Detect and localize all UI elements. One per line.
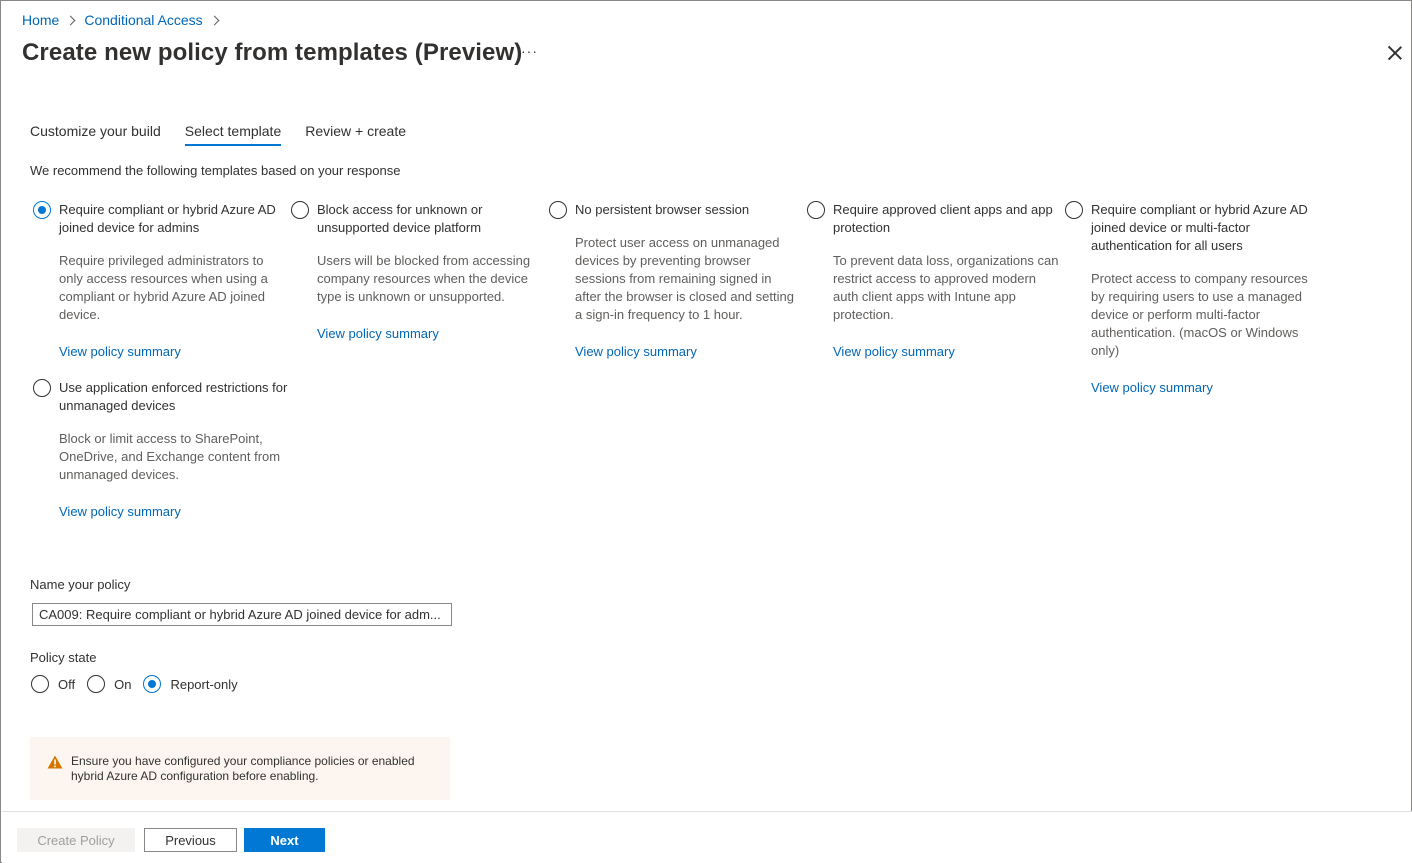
recommend-text: We recommend the following templates bas… <box>30 163 401 178</box>
warning-text: Ensure you have configured your complian… <box>71 754 415 783</box>
template-description: Protect access to company resources by r… <box>1091 271 1308 358</box>
policy-state-label: Policy state <box>30 650 97 665</box>
policy-state-off-label: Off <box>58 676 76 692</box>
policy-name-label: Name your policy <box>30 577 131 592</box>
template-radio[interactable] <box>33 201 51 219</box>
chevron-right-icon <box>65 15 76 25</box>
template-radio[interactable] <box>33 379 51 397</box>
template-title: Block access for unknown or unsupported … <box>317 202 483 235</box>
template-title: Require compliant or hybrid Azure AD joi… <box>59 202 276 235</box>
policy-state-report-only[interactable]: Report-only <box>143 675 238 693</box>
breadcrumb-conditional-access[interactable]: Conditional Access <box>84 12 202 28</box>
template-title: No persistent browser session <box>575 202 750 217</box>
warning-icon <box>47 755 63 769</box>
chevron-right-icon <box>209 15 220 25</box>
previous-button[interactable]: Previous <box>144 828 237 852</box>
breadcrumb-home[interactable]: Home <box>22 12 59 28</box>
view-policy-summary-link[interactable]: View policy summary <box>1091 380 1213 395</box>
template-description: Require privileged administrators to onl… <box>59 253 268 322</box>
policy-state-on-label: On <box>114 676 132 692</box>
create-policy-button[interactable]: Create Policy <box>17 828 135 852</box>
template-description: Protect user access on unmanaged devices… <box>575 235 794 322</box>
view-policy-summary-link[interactable]: View policy summary <box>575 344 697 359</box>
view-policy-summary-link[interactable]: View policy summary <box>833 344 955 359</box>
template-description: Users will be blocked from accessing com… <box>317 253 531 304</box>
footer-bar: Create Policy Previous Next <box>2 811 1412 863</box>
view-policy-summary-link[interactable]: View policy summary <box>59 344 181 359</box>
template-description: To prevent data loss, organizations can … <box>833 253 1059 322</box>
template-title: Require approved client apps and app pro… <box>833 202 1053 235</box>
radio-report-only[interactable] <box>143 675 162 693</box>
template-radio[interactable] <box>1065 201 1083 219</box>
template-option-compliant-or-mfa[interactable]: Require compliant or hybrid Azure AD joi… <box>1065 201 1308 401</box>
template-option-app-enforced-restrictions[interactable]: Use application enforced restrictions fo… <box>33 379 287 529</box>
tab-customize-build[interactable]: Customize your build <box>30 123 161 146</box>
radio-on[interactable] <box>87 675 106 693</box>
template-radio[interactable] <box>549 201 567 219</box>
policy-name-input[interactable] <box>32 603 452 626</box>
policy-state-report-only-label: Report-only <box>170 676 238 692</box>
template-option-block-unknown-platform[interactable]: Block access for unknown or unsupported … <box>291 201 530 351</box>
wizard-tabs: Customize your build Select template Rev… <box>30 123 430 146</box>
tab-review-create[interactable]: Review + create <box>305 123 406 146</box>
radio-off[interactable] <box>31 675 49 693</box>
view-policy-summary-link[interactable]: View policy summary <box>317 326 439 341</box>
policy-state-radio-group: Off On Report-only <box>31 675 250 693</box>
close-icon[interactable] <box>1387 45 1403 61</box>
template-title: Require compliant or hybrid Azure AD joi… <box>1091 202 1308 253</box>
page-title: Create new policy from templates (Previe… <box>22 39 523 66</box>
view-policy-summary-link[interactable]: View policy summary <box>59 504 181 519</box>
warning-banner: Ensure you have configured your complian… <box>30 737 450 800</box>
breadcrumb: Home Conditional Access <box>22 12 228 28</box>
template-option-admins-compliant[interactable]: Require compliant or hybrid Azure AD joi… <box>33 201 276 371</box>
policy-blade: Home Conditional Access Create new polic… <box>0 0 1412 863</box>
policy-state-off[interactable]: Off <box>31 675 75 693</box>
more-options-icon[interactable]: ··· <box>521 43 538 59</box>
template-title: Use application enforced restrictions fo… <box>59 380 288 413</box>
policy-state-on[interactable]: On <box>87 675 131 693</box>
template-radio[interactable] <box>291 201 309 219</box>
template-radio[interactable] <box>807 201 825 219</box>
tab-select-template[interactable]: Select template <box>184 123 282 146</box>
template-option-approved-client-apps[interactable]: Require approved client apps and app pro… <box>807 201 1058 371</box>
template-description: Block or limit access to SharePoint, One… <box>59 431 281 482</box>
template-option-no-persistent-browser[interactable]: No persistent browser session Protect us… <box>549 201 794 371</box>
next-button[interactable]: Next <box>244 828 325 852</box>
